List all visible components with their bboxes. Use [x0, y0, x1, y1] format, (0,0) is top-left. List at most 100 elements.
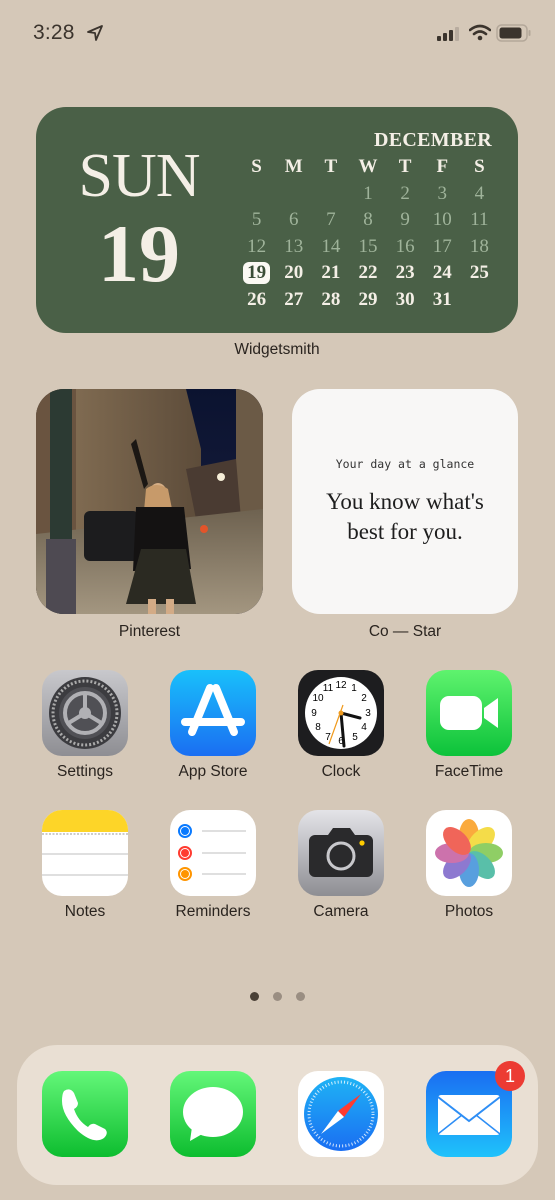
calendar-day: 25	[469, 262, 489, 283]
pinterest-photo-widget[interactable]	[36, 389, 263, 614]
wifi-icon	[469, 24, 491, 41]
calendar-day-past: 10	[432, 209, 452, 230]
dock-app-phone[interactable]	[35, 1071, 135, 1157]
app-notes[interactable]: Notes	[35, 810, 135, 921]
app-app-store[interactable]: App Store	[163, 670, 263, 781]
calendar-day: 26	[247, 288, 267, 310]
widget-label-widgetsmith: Widgetsmith	[234, 341, 320, 358]
svg-text:12: 12	[335, 680, 347, 691]
calendar-weekday: SUN	[78, 142, 200, 210]
costar-message: You know what's best for you.	[326, 489, 484, 544]
calendar-day-past: 15	[358, 235, 378, 257]
cellular-signal-icon	[437, 27, 459, 41]
svg-text:9: 9	[311, 708, 317, 719]
calendar-day-past: 12	[247, 235, 267, 257]
calendar-day-past: 18	[469, 235, 489, 257]
app-reminders[interactable]: Reminders	[163, 810, 263, 921]
photos-flower-icon	[426, 810, 512, 896]
svg-text:10: 10	[312, 693, 324, 704]
calendar-weekday-header: S	[474, 156, 485, 177]
calendar-day: 20	[284, 262, 304, 283]
app-camera[interactable]: Camera	[291, 810, 391, 921]
costar-widget[interactable]: Your day at a glance You know what's bes…	[292, 389, 518, 614]
svg-text:1: 1	[351, 683, 357, 694]
svg-text:3: 3	[365, 708, 371, 719]
calendar-day-past: 6	[288, 209, 299, 230]
facetime-camera-icon	[426, 670, 512, 756]
calendar-empty-cell	[461, 287, 498, 314]
svg-text:2: 2	[361, 693, 367, 704]
messages-icon	[170, 1071, 256, 1157]
calendar-day: 22	[358, 262, 378, 283]
notes-icon	[42, 810, 128, 896]
app-clock[interactable]: 12 1 2 3 4567 8 9 10 11 Clock	[291, 670, 391, 781]
calendar-empty-cell	[275, 181, 312, 208]
calendar-day-past: 8	[363, 209, 373, 230]
app-settings[interactable]: Settings	[35, 670, 135, 781]
svg-text:8: 8	[315, 722, 321, 733]
svg-text:4: 4	[361, 722, 367, 733]
svg-text:5: 5	[352, 732, 358, 743]
costar-subtitle: Your day at a glance	[335, 457, 475, 471]
dock-app-messages[interactable]	[163, 1071, 263, 1157]
page-dot-2[interactable]	[273, 992, 282, 1001]
calendar-weekday-header: W	[358, 156, 378, 177]
calendar-day: 24	[432, 262, 452, 283]
clock-icon: 12 1 2 3 4567 8 9 10 11	[298, 670, 384, 756]
calendar-day: 23	[395, 262, 415, 283]
calendar-weekday-header: T	[324, 156, 338, 177]
calendar-empty-cell	[238, 181, 275, 208]
phone-icon	[42, 1071, 128, 1157]
calendar-weekday-header: S	[251, 156, 262, 177]
app-store-icon	[170, 670, 256, 756]
calendar-weekday-header: T	[398, 156, 412, 177]
calendar-day-past: 14	[321, 235, 341, 257]
calendar-grid: S M T W T F S 1 2 3 4 5 6 7 8 9 10 11 12 13 14 15 16 17 18 19 20 21…	[238, 154, 498, 313]
calendar-day-past: 5	[251, 209, 262, 230]
battery-icon	[496, 24, 531, 42]
safari-compass-icon	[298, 1071, 384, 1157]
svg-text:11: 11	[323, 683, 334, 694]
page-indicator[interactable]	[0, 988, 555, 1006]
reminders-icon	[170, 810, 256, 896]
page-dot-3[interactable]	[296, 992, 305, 1001]
calendar-day-past: 17	[432, 235, 452, 257]
calendar-day-past: 9	[400, 209, 410, 230]
calendar-day-past: 1	[363, 182, 373, 204]
page-dot-1[interactable]	[250, 992, 259, 1001]
status-time: 3:28	[33, 21, 75, 44]
calendar-day: 31	[432, 288, 452, 310]
calendar-day-past: 2	[400, 182, 410, 204]
calendar-day: 29	[358, 288, 378, 310]
calendar-month: DECEMBER	[374, 129, 492, 151]
calendar-day-past: 3	[437, 182, 448, 204]
calendar-day-past: 11	[470, 209, 489, 230]
calendar-day: 27	[284, 288, 304, 310]
calendar-weekday-header: M	[284, 156, 303, 177]
calendar-date: 19	[98, 208, 180, 299]
calendar-day-past: 4	[474, 182, 485, 204]
calendar-day-past: 16	[395, 235, 415, 257]
calendar-day: 30	[395, 288, 415, 310]
calendar-day-today: 19	[238, 260, 275, 287]
mail-badge: 1	[495, 1061, 525, 1091]
widget-label-pinterest: Pinterest	[118, 623, 181, 640]
app-photos[interactable]: Photos	[419, 810, 519, 921]
dock-app-safari[interactable]	[291, 1071, 391, 1157]
calendar-day: 21	[321, 262, 341, 283]
widget-label-costar: Co — Star	[368, 623, 442, 640]
calendar-empty-cell	[312, 181, 349, 208]
status-bar: 3:28	[0, 0, 555, 70]
camera-icon	[298, 810, 384, 896]
calendar-day-past: 13	[284, 235, 304, 257]
calendar-day: 28	[321, 288, 341, 310]
calendar-day-past: 7	[326, 209, 336, 230]
dock: 1	[17, 1045, 538, 1185]
settings-gear-icon	[42, 670, 128, 756]
location-arrow-icon	[87, 25, 103, 41]
calendar-weekday-header: F	[436, 156, 449, 177]
app-facetime[interactable]: FaceTime	[419, 670, 519, 781]
dock-app-mail[interactable]: 1	[419, 1061, 525, 1157]
night-street-photo	[36, 389, 263, 614]
calendar-widget[interactable]: SUN 19 DECEMBER S M T W T F S 1 2 3 4 5 6 7 8 9 10 11 12 13…	[36, 107, 518, 333]
